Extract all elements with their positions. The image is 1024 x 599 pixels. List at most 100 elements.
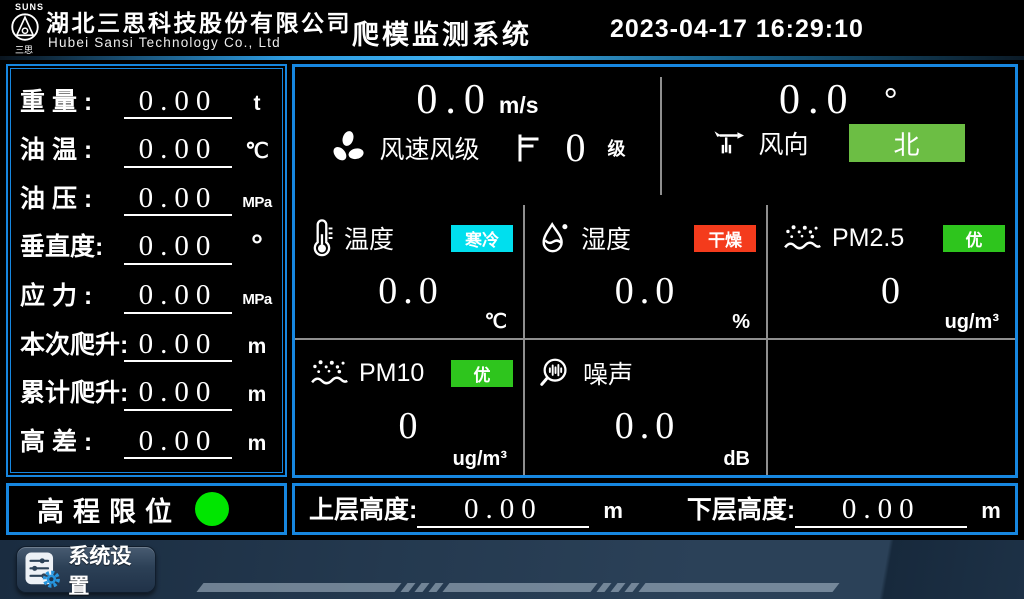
metric-label: 应 力 :: [20, 276, 124, 312]
env-cell-empty: [768, 340, 1015, 475]
metric-unit: ℃: [238, 139, 276, 164]
temperature-status-badge: 寒冷: [451, 225, 513, 252]
humidity-label: 湿度: [581, 220, 631, 256]
system-settings-button[interactable]: 系统设置: [16, 546, 156, 593]
pm25-unit: ug/m³: [945, 311, 999, 334]
humidity-cell: 湿度 干燥 0.0 %: [525, 205, 768, 340]
logo-sansi-text: 三思: [15, 43, 33, 56]
metric-value: 0.00: [124, 328, 232, 362]
metric-label: 累计爬升:: [20, 373, 124, 409]
layer-heights-box: 上层高度: 0.00 m 下层高度: 0.00 m: [292, 483, 1018, 535]
humidity-value: 0.0: [539, 269, 756, 313]
pm10-label: PM10: [359, 359, 424, 388]
logo-suns-text: SUNS: [15, 2, 44, 12]
elevation-limit-label: 高程限位: [37, 490, 181, 529]
metric-label: 重 量 :: [20, 82, 124, 118]
pm25-status-badge: 优: [943, 225, 1005, 252]
settings-sliders-gear-icon: [23, 550, 61, 590]
wind-level-icon: [514, 133, 540, 163]
metric-label: 本次爬升:: [20, 325, 124, 361]
metric-value: 0.00: [124, 230, 232, 264]
wind-speed-label: 风速风级: [379, 130, 479, 166]
wind-direction-badge: 北: [849, 124, 965, 162]
wind-speed-unit: m/s: [499, 92, 539, 118]
noise-cell: 噪声 0.0 dB: [525, 340, 768, 475]
elevation-limit-status-light: [195, 492, 229, 526]
humidity-status-badge: 干燥: [694, 225, 756, 252]
pm10-status-badge: 优: [451, 360, 513, 387]
datetime-display: 2023-04-17 16:29:10: [610, 15, 864, 44]
metric-row-height-diff: 高 差 : 0.00 m: [20, 422, 276, 459]
metric-unit: m: [238, 432, 276, 456]
temperature-value: 0.0: [309, 269, 513, 313]
upper-height-label: 上层高度:: [309, 490, 417, 526]
upper-height-group: 上层高度: 0.00 m: [309, 490, 623, 528]
page-title: 爬模监测系统: [352, 13, 532, 52]
header: SUNS 三思 湖北三思科技股份有限公司 Hubei Sansi Technol…: [0, 0, 1024, 56]
metrics-panel: 重 量 : 0.00 t 油 温 : 0.00 ℃ 油 压 : 0.00 MPa…: [6, 64, 287, 477]
footer-bar: 系统设置: [0, 540, 1024, 599]
metric-label: 高 差 :: [20, 422, 124, 458]
pm25-cell: PM2.5 优 0 ug/m³: [768, 205, 1015, 340]
lower-height-label: 下层高度:: [687, 490, 795, 526]
metric-value: 0.00: [124, 376, 232, 410]
temperature-unit: ℃: [485, 309, 507, 334]
metric-row-total-climb: 累计爬升: 0.00 m: [20, 373, 276, 410]
pm10-cell: PM10 优 0 ug/m³: [295, 340, 525, 475]
metric-row-oil-temp: 油 温 : 0.00 ℃: [20, 130, 276, 167]
pm25-label: PM2.5: [832, 224, 904, 253]
lower-height-value: 0.00: [795, 494, 967, 528]
metric-label: 油 温 :: [20, 130, 124, 166]
metric-value: 0.00: [124, 133, 232, 167]
wind-vane-icon: [712, 128, 746, 158]
metric-unit: m: [238, 335, 276, 359]
system-settings-label: 系统设置: [68, 540, 149, 599]
particles-icon: [782, 223, 822, 253]
upper-height-value: 0.00: [417, 494, 589, 528]
noise-unit: dB: [723, 448, 750, 471]
metric-value: 0.00: [124, 182, 232, 216]
environment-panel: 0.0m/s 风速风级: [292, 64, 1018, 478]
temperature-label: 温度: [344, 220, 394, 256]
wind-direction-unit: °: [884, 80, 898, 121]
header-accent-line: [0, 56, 1024, 60]
wind-direction-block: 0.0 ° 风向 北: [662, 67, 1015, 205]
metric-label: 油 压 :: [20, 179, 124, 215]
footer-decorative-stripes: [200, 583, 836, 592]
metric-row-verticality: 垂直度: 0.00 °: [20, 227, 276, 264]
metric-label: 垂直度:: [20, 227, 124, 263]
company-name-en: Hubei Sansi Technology Co., Ltd: [48, 35, 281, 50]
metric-unit: MPa: [238, 194, 276, 211]
noise-value: 0.0: [539, 404, 756, 448]
pm10-value: 0: [309, 404, 513, 448]
metric-row-stress: 应 力 : 0.00 MPa: [20, 276, 276, 313]
wind-level-unit: 级: [608, 135, 626, 161]
climbing-formwork-monitor-screen: SUNS 三思 湖北三思科技股份有限公司 Hubei Sansi Technol…: [0, 0, 1024, 599]
wind-speed-value: 0.0: [416, 77, 493, 123]
metric-unit: t: [238, 92, 276, 116]
metric-value: 0.00: [124, 425, 232, 459]
fan-icon: [329, 129, 367, 167]
noise-label: 噪声: [583, 355, 633, 391]
thermometer-icon: [309, 218, 334, 258]
elevation-limit-box: 高程限位: [6, 483, 287, 535]
pm10-unit: ug/m³: [453, 448, 507, 471]
metric-unit: °: [238, 229, 276, 263]
wind-direction-label: 风向: [758, 125, 808, 161]
wind-speed-block: 0.0m/s 风速风级: [295, 67, 660, 205]
metric-value: 0.00: [124, 85, 232, 119]
temperature-cell: 温度 寒冷 0.0 ℃: [295, 205, 525, 340]
wind-section: 0.0m/s 风速风级: [295, 67, 1015, 205]
wind-level-value: 0: [566, 124, 586, 171]
lower-height-unit: m: [981, 498, 1001, 524]
company-logo-icon: [10, 12, 40, 42]
upper-height-unit: m: [603, 498, 623, 524]
wind-direction-value: 0.0: [779, 77, 856, 123]
metric-unit: MPa: [238, 291, 276, 308]
metric-row-current-climb: 本次爬升: 0.00 m: [20, 325, 276, 362]
noise-meter-icon: [539, 356, 573, 390]
company-name-cn: 湖北三思科技股份有限公司: [46, 4, 352, 38]
humidity-unit: %: [732, 311, 750, 334]
metric-value: 0.00: [124, 279, 232, 313]
metric-row-oil-pressure: 油 压 : 0.00 MPa: [20, 179, 276, 216]
